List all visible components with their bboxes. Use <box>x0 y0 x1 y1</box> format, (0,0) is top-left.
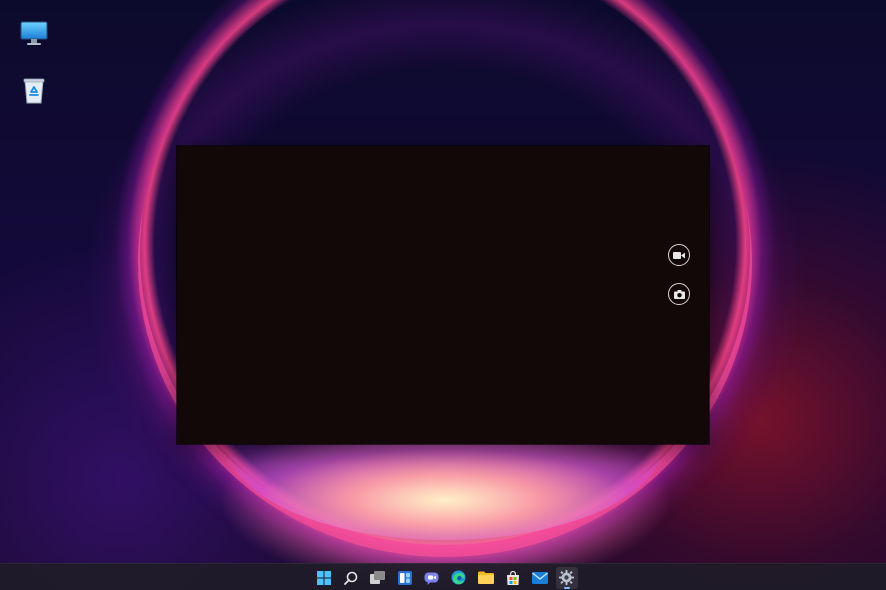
widgets-icon[interactable] <box>394 567 416 589</box>
camera-window <box>177 146 709 444</box>
teams-chat-icon[interactable] <box>421 567 443 589</box>
this-pc-icon[interactable] <box>14 14 54 54</box>
recycle-bin-icon[interactable] <box>14 70 54 110</box>
desktop <box>0 0 886 590</box>
video-mode-icon[interactable] <box>668 244 690 266</box>
mail-icon[interactable] <box>529 567 551 589</box>
file-explorer-icon[interactable] <box>475 567 497 589</box>
taskbar <box>0 563 886 590</box>
microsoft-store-icon[interactable] <box>502 567 524 589</box>
start-icon[interactable] <box>313 567 335 589</box>
search-icon[interactable] <box>340 567 362 589</box>
task-view-icon[interactable] <box>367 567 389 589</box>
settings-icon[interactable] <box>555 566 578 589</box>
wallpaper-glow <box>225 440 665 540</box>
edge-icon[interactable] <box>448 567 470 589</box>
photo-capture-icon[interactable] <box>668 283 690 305</box>
